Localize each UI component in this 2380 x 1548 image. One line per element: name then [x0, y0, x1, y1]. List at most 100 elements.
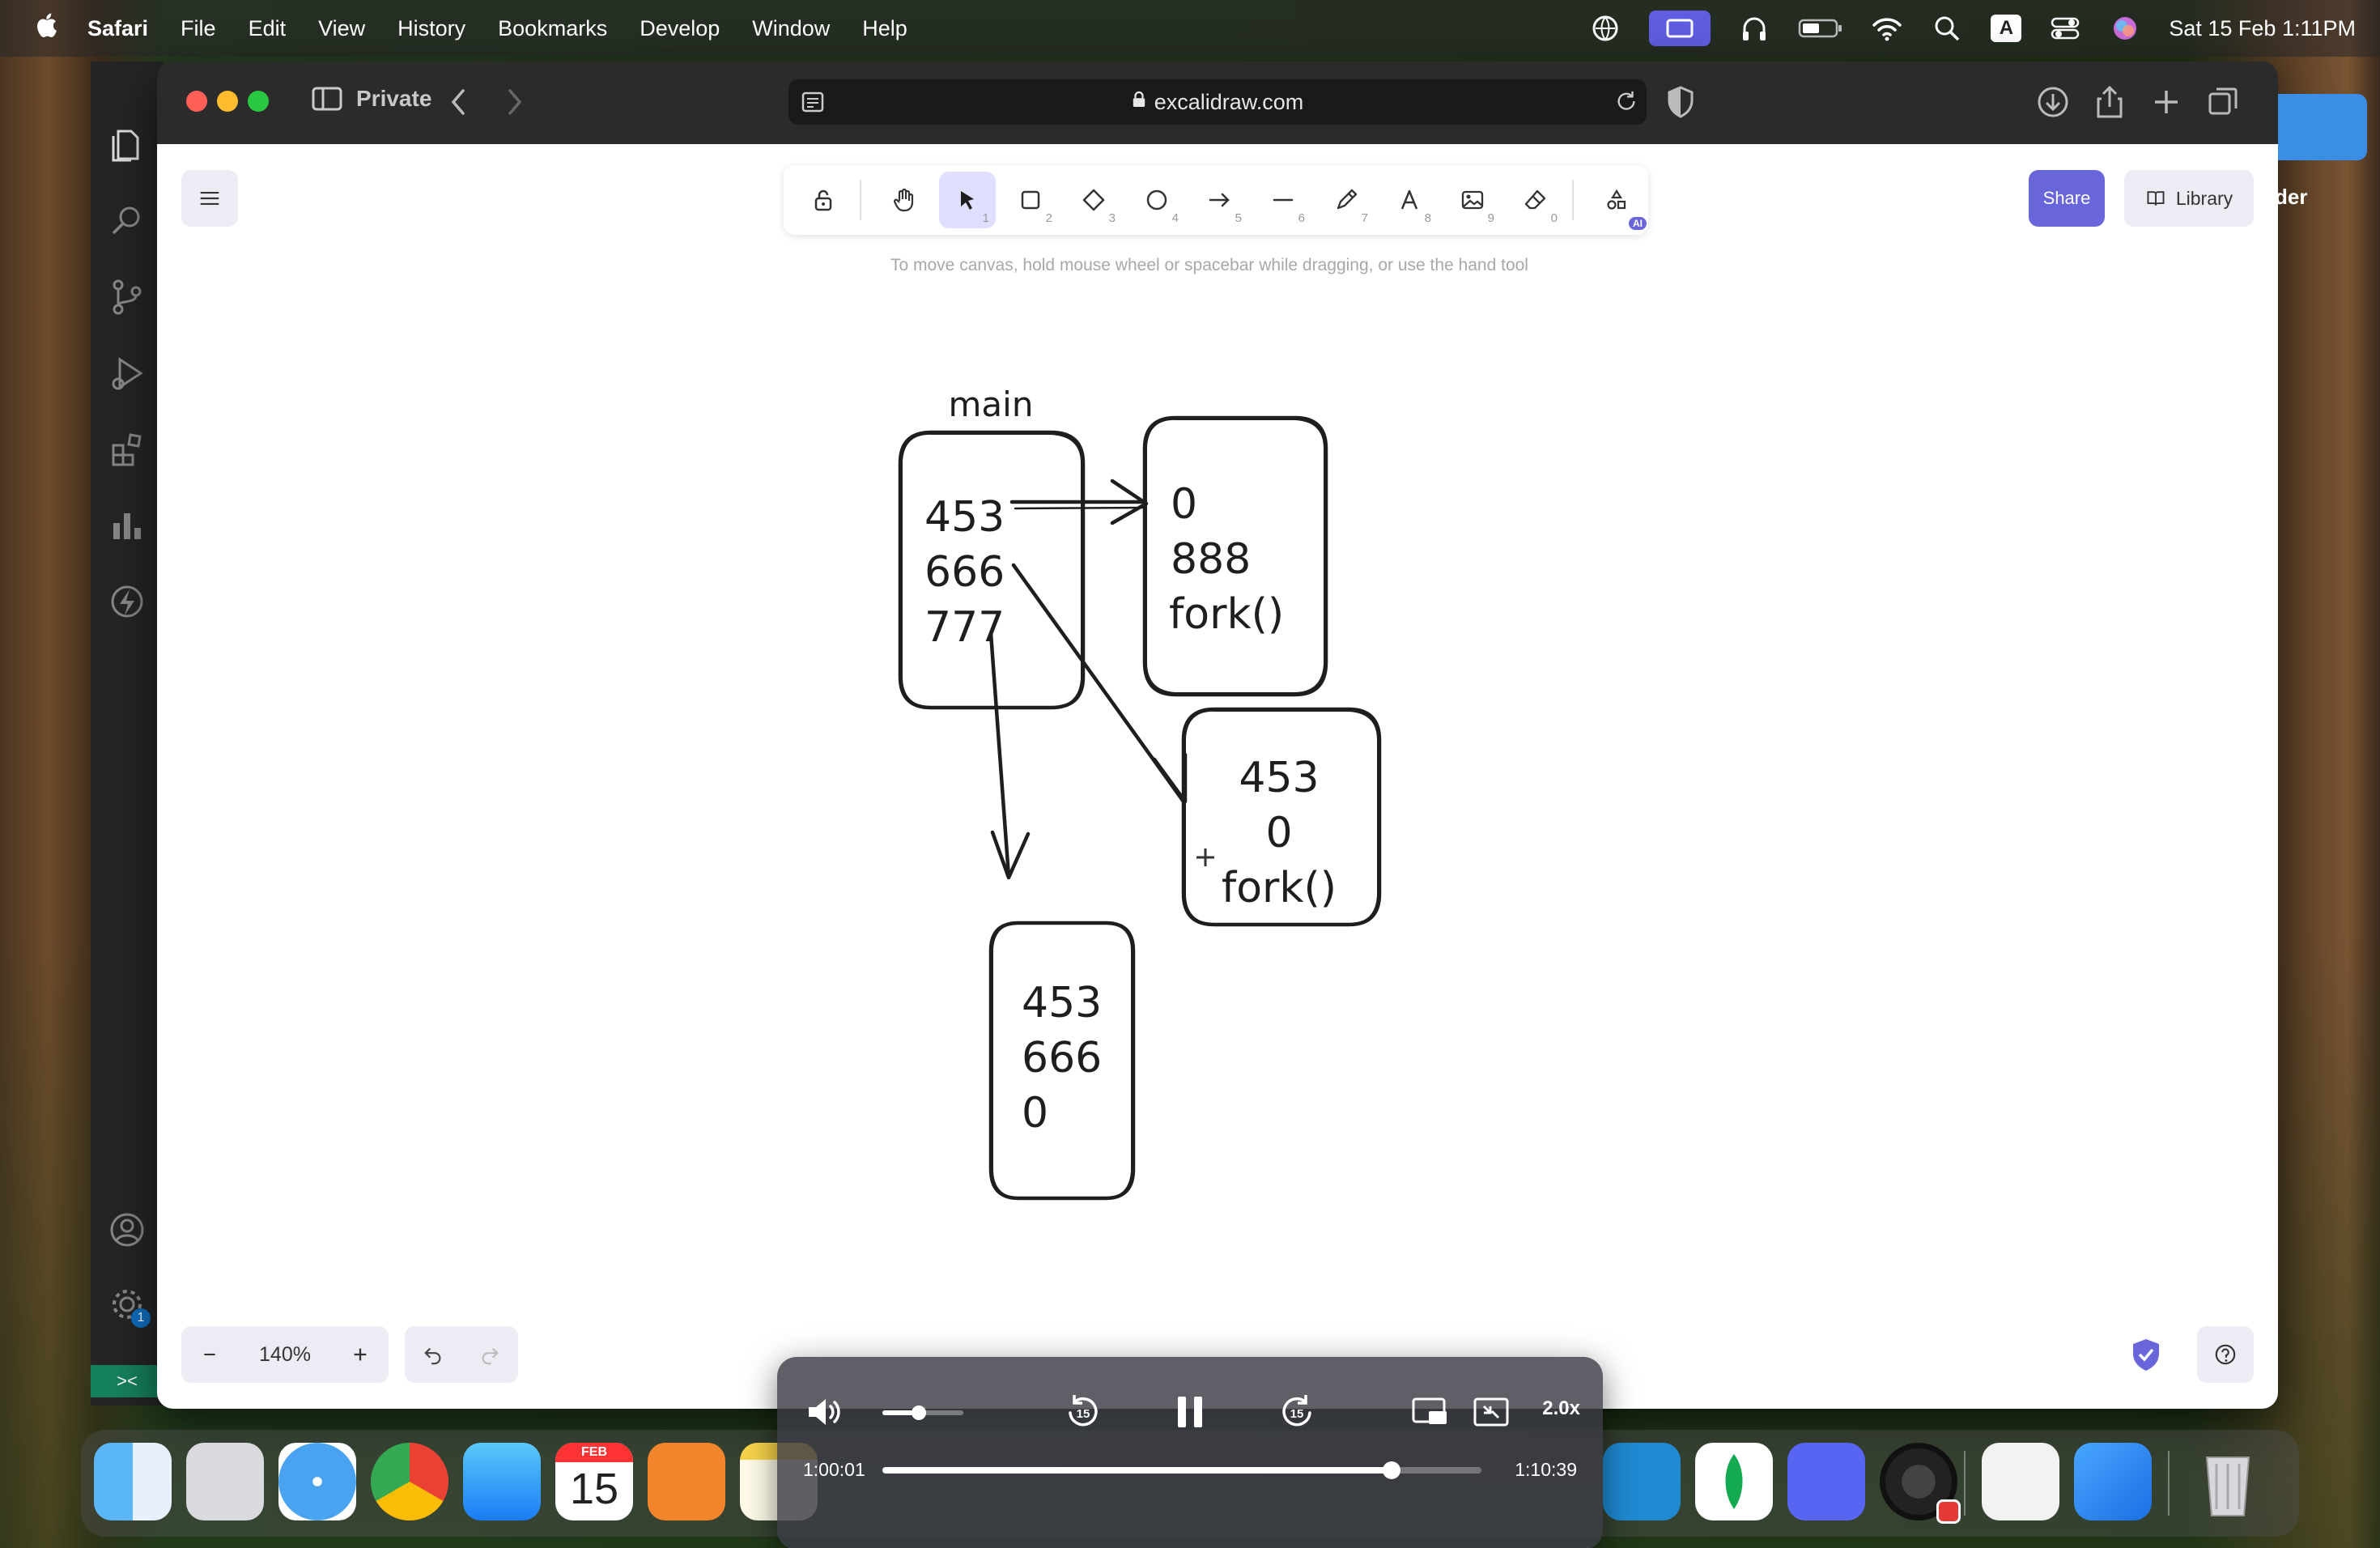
share-button[interactable]: Share	[2029, 170, 2105, 227]
tool-ellipse[interactable]: 4	[1128, 172, 1185, 228]
dock-obs-icon[interactable]	[1880, 1443, 1961, 1524]
library-button[interactable]: Library	[2124, 170, 2254, 227]
search-icon[interactable]	[108, 202, 146, 240]
skip-back-button[interactable]: 15	[1060, 1389, 1106, 1435]
dock-vscode-icon[interactable]	[1603, 1443, 1681, 1520]
dock-books-icon[interactable]	[648, 1443, 725, 1520]
siri-icon[interactable]	[2109, 12, 2141, 45]
menu-app-name[interactable]: Safari	[87, 16, 148, 41]
tool-more-tools[interactable]: AI	[1588, 172, 1647, 230]
bottom-box-value-1[interactable]: 453	[1022, 979, 1102, 1027]
undo-button[interactable]	[405, 1326, 461, 1383]
middle-right-box-value-1[interactable]: 453	[1239, 754, 1319, 802]
pause-button[interactable]	[1167, 1389, 1213, 1435]
main-box-value-3[interactable]: 777	[924, 603, 1005, 652]
bottom-box-value-2[interactable]: 666	[1022, 1034, 1102, 1082]
dock-mail-icon[interactable]	[463, 1443, 541, 1520]
run-debug-icon[interactable]	[108, 355, 146, 392]
menu-edit[interactable]: Edit	[249, 16, 287, 41]
zoom-out-button[interactable]	[181, 1326, 238, 1383]
dock-calendar-icon[interactable]: FEB 15	[555, 1443, 633, 1520]
back-button[interactable]	[448, 86, 468, 125]
middle-right-box-value-3[interactable]: fork()	[1222, 864, 1337, 912]
tool-selection[interactable]: 1	[939, 172, 996, 228]
background-window-edge[interactable]	[2278, 94, 2367, 160]
menu-file[interactable]: File	[181, 16, 216, 41]
skip-forward-button[interactable]: 15	[1274, 1389, 1320, 1435]
lightning-icon[interactable]	[108, 583, 146, 620]
dock-launchpad-icon[interactable]	[186, 1443, 264, 1520]
playback-progress-bar[interactable]	[882, 1461, 1481, 1479]
dock-safari-icon[interactable]	[278, 1443, 356, 1520]
tool-line[interactable]: 6	[1255, 172, 1311, 228]
main-box-value-1[interactable]: 453	[924, 493, 1005, 542]
input-source-indicator[interactable]: A	[1991, 15, 2022, 42]
menu-history[interactable]: History	[397, 16, 465, 41]
share-icon[interactable]	[2092, 84, 2127, 120]
menu-develop[interactable]: Develop	[640, 16, 720, 41]
dock-pages-icon[interactable]	[2074, 1443, 2152, 1520]
source-control-icon[interactable]	[108, 279, 146, 316]
zoom-in-button[interactable]	[332, 1326, 389, 1383]
playback-speed-button[interactable]: 2.0x	[1542, 1397, 1580, 1420]
menu-bar-clock[interactable]: Sat 15 Feb 1:11PM	[2169, 16, 2356, 41]
dock-chrome-icon[interactable]	[371, 1443, 448, 1520]
tool-lock[interactable]	[795, 172, 852, 228]
page-menu-icon[interactable]	[800, 89, 826, 121]
top-right-box-value-3[interactable]: fork()	[1169, 590, 1284, 639]
main-label[interactable]: main	[949, 385, 1034, 424]
chart-icon[interactable]	[108, 507, 146, 544]
close-window-button[interactable]	[186, 91, 207, 112]
tool-text[interactable]: 8	[1381, 172, 1438, 228]
playback-scrubber[interactable]	[1383, 1461, 1400, 1479]
dock-mongodb-compass-icon[interactable]	[1695, 1443, 1773, 1520]
top-right-box-value-2[interactable]: 888	[1171, 535, 1251, 584]
explorer-icon[interactable]	[108, 126, 146, 164]
apple-menu-icon[interactable]	[32, 11, 60, 46]
middle-right-box-value-2[interactable]: 0	[1265, 809, 1292, 857]
top-right-box-value-1[interactable]: 0	[1171, 480, 1197, 529]
address-bar[interactable]: excalidraw.com	[788, 79, 1647, 125]
tab-overview-icon[interactable]	[2205, 84, 2241, 120]
zoom-level[interactable]: 140%	[238, 1343, 332, 1367]
menu-bookmarks[interactable]: Bookmarks	[498, 16, 607, 41]
battery-icon[interactable]	[1798, 12, 1843, 45]
dock-finder-icon[interactable]	[94, 1443, 172, 1520]
privacy-shield-icon[interactable]	[1663, 84, 1698, 120]
exit-fullscreen-button[interactable]	[1468, 1389, 1514, 1435]
volume-slider-knob[interactable]	[912, 1406, 926, 1420]
dock-trash-icon[interactable]	[2189, 1443, 2267, 1520]
encryption-shield-icon[interactable]	[2127, 1336, 2165, 1373]
sidebar-toggle-icon[interactable]	[311, 86, 343, 112]
extensions-icon[interactable]	[108, 431, 146, 468]
downloads-icon[interactable]	[2035, 84, 2071, 120]
wifi-icon[interactable]	[1871, 12, 1903, 45]
bottom-box-value-3[interactable]: 0	[1022, 1089, 1048, 1138]
tool-image[interactable]: 9	[1444, 172, 1501, 228]
volume-icon[interactable]	[801, 1389, 847, 1435]
main-menu-button[interactable]	[181, 170, 238, 227]
main-box-value-2[interactable]: 666	[924, 548, 1005, 597]
spotlight-search-icon[interactable]	[1931, 12, 1963, 45]
remote-indicator[interactable]: ><	[91, 1365, 164, 1397]
dock-system-information-icon[interactable]	[1982, 1443, 2059, 1520]
picture-in-picture-button[interactable]	[1407, 1389, 1452, 1435]
headphones-icon[interactable]	[1738, 12, 1770, 45]
excalidraw-canvas[interactable]: main 453 666 777 0 888 fork() 453 0 fork…	[157, 144, 2278, 1409]
forward-button[interactable]	[505, 86, 525, 125]
volume-slider[interactable]	[882, 1406, 963, 1420]
minimize-window-button[interactable]	[217, 91, 238, 112]
tool-rectangle[interactable]: 2	[1002, 172, 1059, 228]
zoom-window-button[interactable]	[248, 91, 269, 112]
menu-help[interactable]: Help	[862, 16, 907, 41]
screen-share-icon[interactable]	[1649, 11, 1711, 46]
control-center-icon[interactable]	[2049, 12, 2081, 45]
menu-view[interactable]: View	[318, 16, 365, 41]
tool-eraser[interactable]: 0	[1507, 172, 1564, 228]
tool-diamond[interactable]: 3	[1065, 172, 1122, 228]
redo-button[interactable]	[461, 1326, 518, 1383]
dock-discord-icon[interactable]	[1787, 1443, 1865, 1520]
tool-arrow[interactable]: 5	[1192, 172, 1248, 228]
settings-gear-icon[interactable]: 1	[108, 1286, 151, 1328]
reload-icon[interactable]	[1614, 89, 1638, 119]
